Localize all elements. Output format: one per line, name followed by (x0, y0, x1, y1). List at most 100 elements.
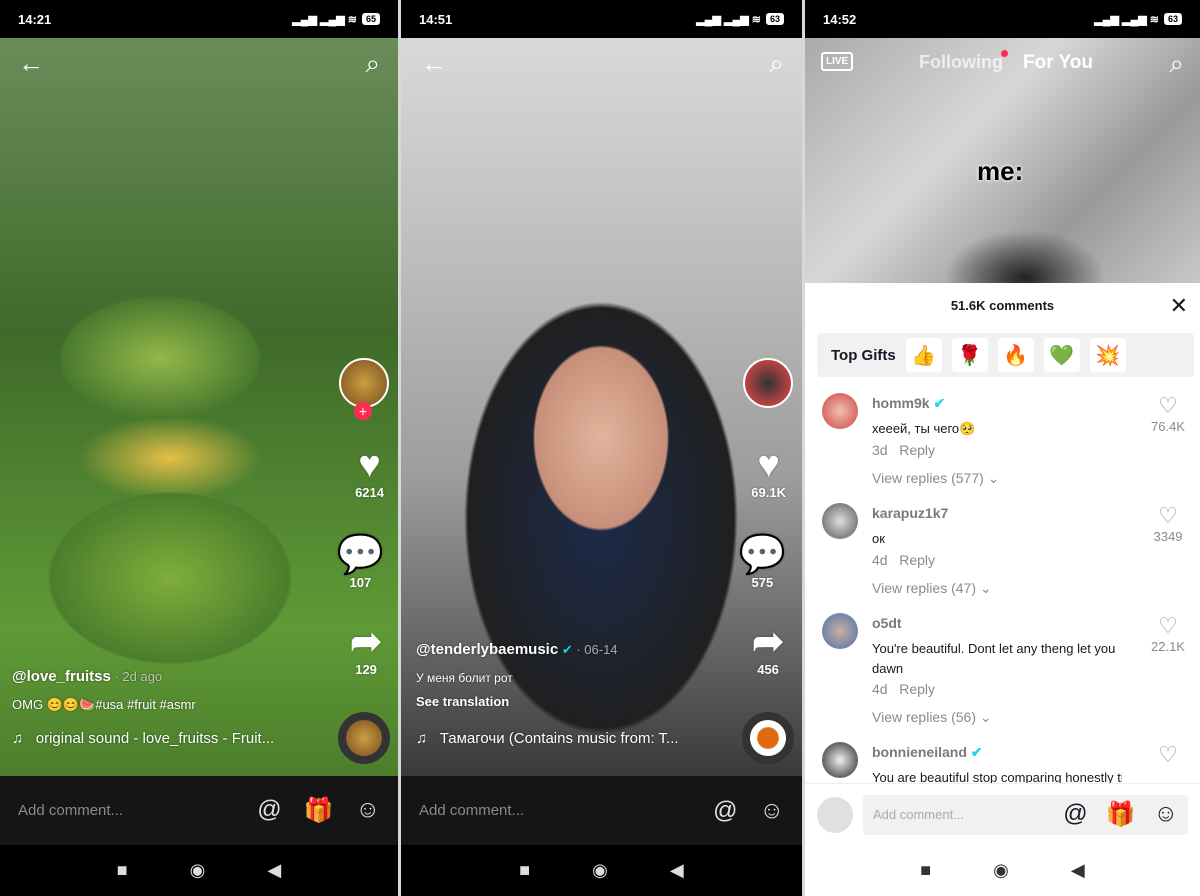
comment-input[interactable]: Add comment... (18, 802, 123, 819)
author-line: @tenderlybaemusic ✔ · 06-14 (416, 641, 618, 658)
my-avatar (817, 796, 853, 833)
live-icon[interactable]: LIVE (821, 52, 854, 71)
see-translation-link[interactable]: See translation (416, 694, 509, 709)
emoji-icon[interactable]: ☺ (1153, 800, 1178, 829)
home-icon[interactable]: ◉ (993, 860, 1009, 881)
verified-icon: ✔ (933, 395, 946, 411)
view-replies-label: View replies (56) (872, 709, 977, 725)
like-button[interactable]: ♥ 69.1K (751, 445, 786, 500)
gift-item[interactable]: 🔥 (997, 338, 1034, 372)
comment-like-count: 3349 (1153, 529, 1183, 544)
video[interactable] (401, 38, 802, 776)
status-bar: 14:52 ▂▄▆ ▂▄▆ ≋ 63 (805, 0, 1200, 38)
heart-outline-icon: ♡ (1158, 503, 1178, 528)
recents-icon[interactable]: ■ (519, 860, 530, 881)
username[interactable]: @tenderlybaemusic (416, 641, 558, 658)
like-button[interactable]: ♥ 6214 (355, 445, 384, 500)
home-icon[interactable]: ◉ (190, 860, 206, 881)
sound-name: original sound - love_fruitss - Fruit... (35, 730, 275, 747)
share-button[interactable]: ➦ 129 (350, 622, 382, 677)
comment-username[interactable]: homm9k (872, 395, 930, 411)
gift-item[interactable]: 💥 (1089, 338, 1126, 372)
comment-username[interactable]: o5dt (872, 615, 902, 631)
comment-like-button[interactable]: ♡ (1146, 742, 1190, 768)
avatar[interactable] (822, 742, 858, 778)
phone-screen-3: 14:52 ▂▄▆ ▂▄▆ ≋ 63 LIVE Following For You… (805, 0, 1200, 896)
view-replies-button[interactable]: View replies (56) ⌄ (872, 709, 992, 726)
heart-icon: ♥ (757, 444, 780, 486)
battery: 63 (1163, 13, 1182, 25)
home-icon[interactable]: ◉ (592, 860, 608, 881)
view-replies-button[interactable]: View replies (577) ⌄ (872, 470, 999, 487)
username[interactable]: @love_fruitss (12, 668, 111, 685)
heart-outline-icon: ♡ (1158, 742, 1178, 767)
back-arrow-icon[interactable]: ← (421, 48, 447, 79)
avatar[interactable] (822, 503, 858, 539)
share-button[interactable]: ➦ 456 (752, 622, 784, 677)
comment-item: o5dt You're beautiful. Dont let any then… (805, 613, 1200, 743)
comment-like-button[interactable]: ♡ 76.4K (1146, 393, 1190, 434)
emoji-icon[interactable]: ☺ (759, 797, 784, 825)
view-replies-label: View replies (577) (872, 470, 984, 486)
verified-icon: ✔ (561, 642, 573, 657)
emoji-icon[interactable]: ☺ (355, 796, 380, 825)
share-icon: ➦ (350, 621, 382, 663)
recents-icon[interactable]: ■ (117, 860, 128, 881)
avatar[interactable] (822, 393, 858, 429)
like-count: 69.1K (751, 485, 786, 500)
back-icon[interactable]: ◀ (670, 860, 684, 881)
comment-bar: Add comment... @ ☺ (401, 776, 802, 845)
sound-disc[interactable] (338, 712, 390, 764)
like-count: 6214 (355, 485, 384, 500)
status-bar: 14:21 ▂▄▆ ▂▄▆ ≋ 65 (0, 0, 398, 38)
comment-like-button[interactable]: ♡ 3349 (1146, 503, 1190, 544)
music-note-icon: ♫ (12, 730, 24, 747)
comment-username[interactable]: bonnieneiland (872, 744, 967, 760)
comment-username[interactable]: karapuz1k7 (872, 505, 948, 521)
comment-like-button[interactable]: ♡ 22.1K (1146, 613, 1190, 654)
comment-count: 575 (751, 575, 774, 590)
back-icon[interactable]: ◀ (1071, 860, 1085, 881)
gift-item[interactable]: 👍 (905, 338, 942, 372)
share-count: 456 (757, 662, 779, 677)
sound-line[interactable]: ♫ Тамагочи (Contains music from: T... (416, 730, 679, 747)
mention-icon[interactable]: @ (713, 797, 737, 825)
back-icon[interactable]: ◀ (267, 860, 281, 881)
back-arrow-icon[interactable]: ← (18, 48, 44, 79)
android-nav-bar: ■ ◉ ◀ (401, 845, 802, 896)
follow-plus-icon[interactable]: + (354, 402, 372, 420)
reply-button[interactable]: Reply (899, 552, 935, 568)
avatar[interactable] (822, 613, 858, 649)
close-icon[interactable]: ✕ (1170, 293, 1188, 319)
view-replies-button[interactable]: View replies (47) ⌄ (872, 580, 992, 597)
gift-icon[interactable]: 🎁 (1106, 800, 1136, 829)
search-icon[interactable]: ⌕ (1169, 48, 1184, 80)
sound-disc[interactable] (742, 712, 794, 764)
reply-button[interactable]: Reply (899, 681, 935, 697)
comment-button[interactable]: 💬 107 (337, 535, 384, 590)
mention-icon[interactable]: @ (1063, 800, 1087, 829)
creator-avatar[interactable] (743, 358, 793, 408)
creator-avatar[interactable] (339, 358, 389, 408)
sound-line[interactable]: ♫ original sound - love_fruitss - Fruit.… (12, 730, 274, 747)
reply-button[interactable]: Reply (899, 442, 935, 458)
comment-like-count: 22.1K (1151, 639, 1185, 654)
gift-item[interactable]: 💚 (1043, 338, 1080, 372)
clock: 14:51 (419, 11, 453, 27)
search-icon[interactable]: ⌕ (365, 48, 380, 80)
battery: 65 (361, 13, 380, 25)
search-icon[interactable]: ⌕ (769, 48, 784, 80)
comment-button[interactable]: 💬 575 (739, 535, 786, 590)
tab-following[interactable]: Following (919, 52, 1003, 73)
mention-icon[interactable]: @ (257, 796, 281, 825)
comment-count: 107 (349, 575, 372, 590)
comment-input[interactable]: Add comment... @ 🎁 ☺ (863, 794, 1188, 835)
caption: У меня болит рот (416, 671, 513, 685)
video[interactable] (0, 38, 398, 776)
comment-input[interactable]: Add comment... (419, 802, 524, 819)
verified-icon: ✔ (970, 744, 983, 760)
gift-item[interactable]: 🌹 (951, 338, 988, 372)
gift-icon[interactable]: 🎁 (304, 796, 334, 825)
tab-for-you[interactable]: For You (1023, 52, 1093, 74)
recents-icon[interactable]: ■ (920, 860, 931, 881)
